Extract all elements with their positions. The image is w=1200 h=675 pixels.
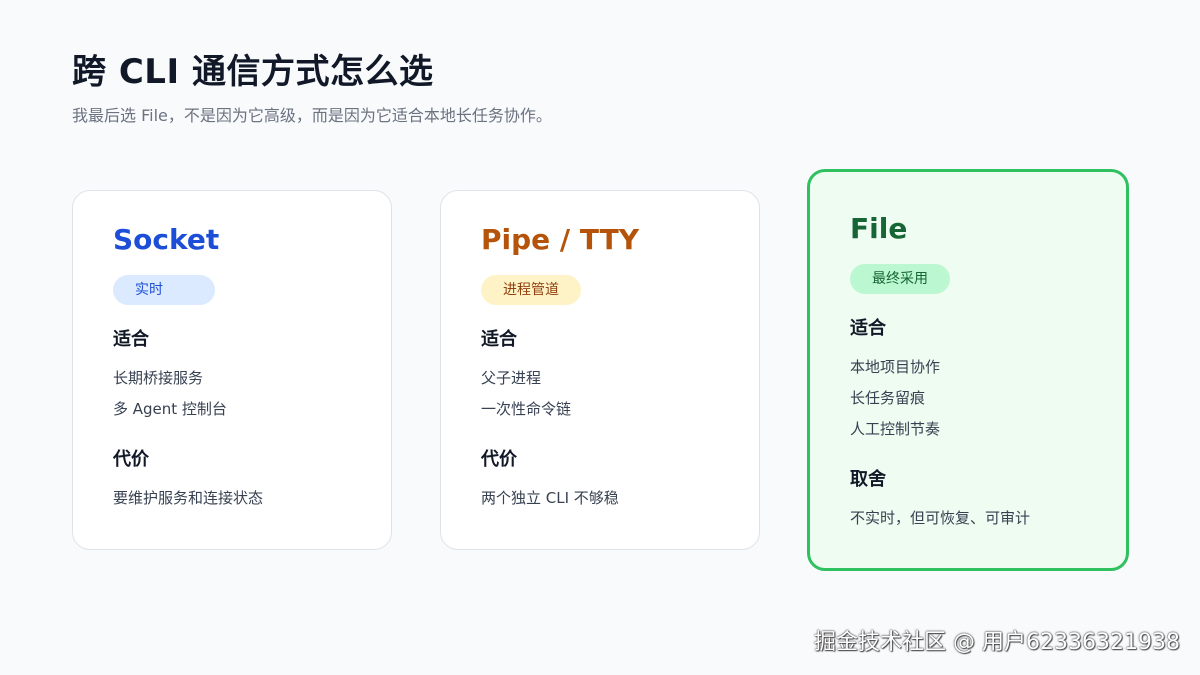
fit-heading: 适合 xyxy=(850,318,886,339)
fit-item: 父子进程 xyxy=(481,369,542,387)
fit-item: 人工控制节奏 xyxy=(850,420,941,438)
tradeoff-item: 不实时，但可恢复、可审计 xyxy=(850,509,1031,527)
status-badge: 进程管道 xyxy=(481,275,581,305)
card-title: Pipe / TTY xyxy=(481,223,639,256)
fit-item: 长任务留痕 xyxy=(850,389,926,407)
status-badge: 实时 xyxy=(113,275,215,305)
card-title: File xyxy=(850,212,908,245)
cost-item: 两个独立 CLI 不够稳 xyxy=(481,489,619,507)
file-card: File 最终采用 适合 本地项目协作 长任务留痕 人工控制节奏 取舍 不实时，… xyxy=(807,169,1129,571)
fit-heading: 适合 xyxy=(481,329,517,350)
card-title: Socket xyxy=(113,223,220,256)
fit-item: 本地项目协作 xyxy=(850,358,941,376)
status-badge: 最终采用 xyxy=(850,264,950,294)
fit-item: 长期桥接服务 xyxy=(113,369,204,387)
pipe-tty-card: Pipe / TTY 进程管道 适合 父子进程 一次性命令链 代价 两个独立 C… xyxy=(440,190,760,550)
cost-heading: 代价 xyxy=(113,449,149,470)
fit-item: 多 Agent 控制台 xyxy=(113,400,227,418)
fit-item: 一次性命令链 xyxy=(481,400,572,418)
cost-heading: 代价 xyxy=(481,449,517,470)
watermark: 掘金技术社区 @ 用户62336321938 xyxy=(814,630,1180,655)
cost-item: 要维护服务和连接状态 xyxy=(113,489,264,507)
tradeoff-heading: 取舍 xyxy=(850,469,886,490)
page-title: 跨 CLI 通信方式怎么选 xyxy=(72,52,434,92)
socket-card: Socket 实时 适合 长期桥接服务 多 Agent 控制台 代价 要维护服务… xyxy=(72,190,392,550)
fit-heading: 适合 xyxy=(113,329,149,350)
page-subtitle: 我最后选 File，不是因为它高级，而是因为它适合本地长任务协作。 xyxy=(72,106,552,125)
